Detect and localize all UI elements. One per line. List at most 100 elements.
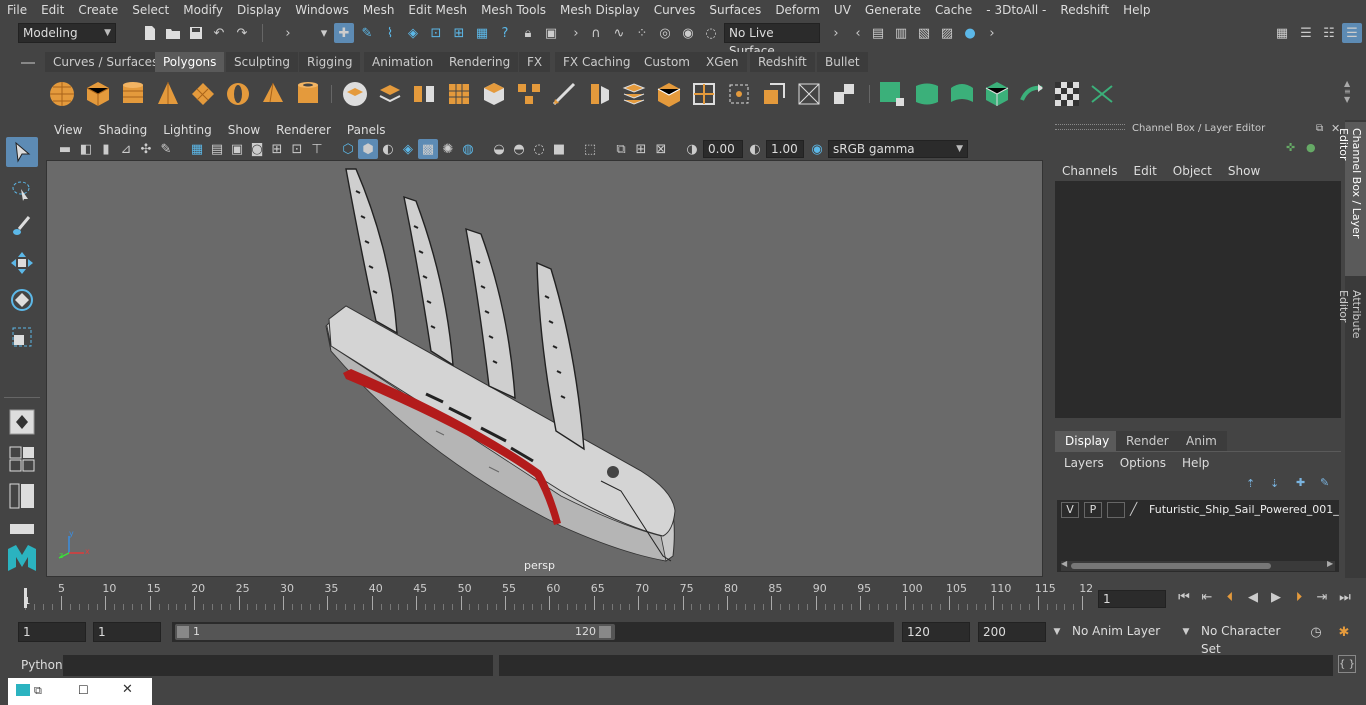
poly-cone-icon[interactable]: [154, 80, 182, 108]
lock-icon[interactable]: 🔒︎: [518, 23, 538, 43]
gate-mask-icon[interactable]: ◙: [247, 139, 267, 159]
menu-help[interactable]: Help: [1116, 0, 1157, 20]
playback-end-field[interactable]: 120: [902, 622, 970, 642]
channel-menu-show[interactable]: Show: [1220, 162, 1268, 180]
safe-title-icon[interactable]: ⊤: [307, 139, 327, 159]
new-layer-icon[interactable]: ✚: [1296, 476, 1305, 489]
viewport-menu-shading[interactable]: Shading: [90, 121, 155, 139]
resolution-gate-icon[interactable]: ▣: [227, 139, 247, 159]
bookmark-icon[interactable]: ▮: [96, 139, 116, 159]
uv-unfold-icon[interactable]: [1018, 80, 1046, 108]
field-chart-icon[interactable]: ⊞: [267, 139, 287, 159]
range-handle-right[interactable]: [599, 626, 611, 638]
multi-cut-icon[interactable]: [550, 80, 578, 108]
merge-icon[interactable]: [725, 80, 753, 108]
command-input[interactable]: [63, 655, 493, 676]
shelf-tab-custom[interactable]: Custom: [636, 52, 698, 72]
move-tool-button[interactable]: [6, 248, 38, 278]
render-settings-icon[interactable]: ▨: [937, 23, 957, 43]
grid-icon[interactable]: ▦: [187, 139, 207, 159]
poly-cube-icon[interactable]: [84, 80, 112, 108]
new-scene-icon[interactable]: [140, 23, 160, 43]
snap-to-curves-icon[interactable]: ∿: [609, 23, 629, 43]
wireframe-icon[interactable]: ⬡: [338, 139, 358, 159]
poly-pipe-icon[interactable]: [294, 80, 322, 108]
maximize-icon[interactable]: ☐: [78, 683, 89, 697]
anim-preferences-icon[interactable]: ✱: [1334, 622, 1354, 642]
triangulate-icon[interactable]: [795, 80, 823, 108]
command-language-label[interactable]: Python: [21, 658, 63, 672]
viewport-menu-show[interactable]: Show: [220, 121, 268, 139]
dot-icon[interactable]: ●: [1306, 141, 1316, 154]
select-by-component-icon[interactable]: ⌇: [380, 23, 400, 43]
shelf-tab-rendering[interactable]: Rendering: [441, 52, 519, 72]
side-tab-channel-box[interactable]: Channel Box / Layer Editor: [1337, 122, 1366, 276]
snap-curve-icon[interactable]: ⊡: [426, 23, 446, 43]
menu-modify[interactable]: Modify: [176, 0, 230, 20]
viewport-menu-lighting[interactable]: Lighting: [155, 121, 220, 139]
layer-menu-options[interactable]: Options: [1112, 456, 1174, 470]
step-back-frame-icon[interactable]: ⏴︎: [1220, 587, 1240, 607]
script-editor-icon[interactable]: { }: [1338, 655, 1356, 673]
poly-torus-icon[interactable]: [224, 80, 252, 108]
layer-tab-display[interactable]: Display: [1055, 431, 1120, 451]
viewport-3d[interactable]: y x z persp: [46, 160, 1043, 577]
menu-cache[interactable]: Cache: [928, 0, 979, 20]
menu-deform[interactable]: Deform: [768, 0, 827, 20]
menu-redshift[interactable]: Redshift: [1053, 0, 1116, 20]
panel-grip[interactable]: [1055, 124, 1125, 130]
uv-automatic-icon[interactable]: [983, 80, 1011, 108]
color-management-icon[interactable]: ◉: [807, 139, 827, 159]
poly-sphere-icon[interactable]: [48, 80, 76, 108]
menu-surfaces[interactable]: Surfaces: [702, 0, 768, 20]
uv-cylindrical-icon[interactable]: [913, 80, 941, 108]
xray-icon[interactable]: ⬚: [580, 139, 600, 159]
rotate-tool-button[interactable]: [6, 285, 38, 315]
layer-menu-help[interactable]: Help: [1174, 456, 1217, 470]
select-by-hierarchy-icon[interactable]: ✚: [334, 23, 354, 43]
current-time-indicator[interactable]: [24, 588, 27, 608]
shadows-icon[interactable]: ✺: [438, 139, 458, 159]
layer-visibility-toggle[interactable]: V: [1061, 502, 1079, 518]
move-layer-down-icon[interactable]: ⇣: [1270, 477, 1279, 490]
side-tab-attribute-editor[interactable]: Attribute Editor: [1337, 284, 1366, 374]
shelf-tab-bullet[interactable]: Bullet: [817, 52, 868, 72]
mirror-icon[interactable]: [410, 80, 438, 108]
fill-hole-icon[interactable]: [760, 80, 788, 108]
make-live-icon[interactable]: ◌: [701, 23, 721, 43]
shelf-tab-xgen[interactable]: XGen: [698, 52, 747, 72]
live-surface-field[interactable]: No Live Surface: [724, 23, 820, 58]
go-to-start-icon[interactable]: ⏮︎: [1174, 587, 1194, 607]
uv-editor-icon[interactable]: [1088, 80, 1116, 108]
target-weld-icon[interactable]: [690, 80, 718, 108]
new-layer-selected-icon[interactable]: ✎: [1320, 476, 1329, 489]
viewport-menu-panels[interactable]: Panels: [339, 121, 394, 139]
chevron-right-icon[interactable]: ›: [566, 23, 586, 43]
menu-edit-mesh[interactable]: Edit Mesh: [401, 0, 474, 20]
xray-components-icon[interactable]: ⊞: [631, 139, 651, 159]
exposure-field[interactable]: 0.00: [703, 140, 743, 158]
minimized-window[interactable]: ⧉ ☐ ✕: [8, 678, 152, 705]
scrollbar-thumb[interactable]: [1071, 563, 1271, 569]
layer-playback-toggle[interactable]: P: [1084, 502, 1102, 518]
menu-select[interactable]: Select: [125, 0, 176, 20]
menu-file[interactable]: File: [0, 0, 34, 20]
step-forward-frame-icon[interactable]: ⏵︎: [1289, 587, 1309, 607]
exposure-icon[interactable]: ◑: [682, 139, 702, 159]
chevron-right-icon[interactable]: ›: [278, 23, 298, 43]
snap-to-view-icon[interactable]: ◎: [655, 23, 675, 43]
chevron-down-icon[interactable]: ▼: [1176, 622, 1196, 642]
layer-tab-anim[interactable]: Anim: [1176, 431, 1227, 451]
move-layer-up-icon[interactable]: ⇡: [1246, 477, 1255, 490]
uv-spherical-icon[interactable]: [948, 80, 976, 108]
chevron-left-icon[interactable]: ‹: [848, 23, 868, 43]
camera-icon[interactable]: ▬: [55, 139, 75, 159]
four-view-button[interactable]: [6, 444, 38, 474]
select-by-object-icon[interactable]: ✎: [357, 23, 377, 43]
save-scene-icon[interactable]: [186, 23, 206, 43]
bridge-icon[interactable]: [515, 80, 543, 108]
character-set-dropdown[interactable]: No Character Set: [1197, 622, 1297, 656]
wireframe-on-shaded-icon[interactable]: ◐: [378, 139, 398, 159]
float-icon[interactable]: ⧉: [1316, 123, 1323, 134]
play-forwards-icon[interactable]: ▶: [1266, 587, 1286, 607]
